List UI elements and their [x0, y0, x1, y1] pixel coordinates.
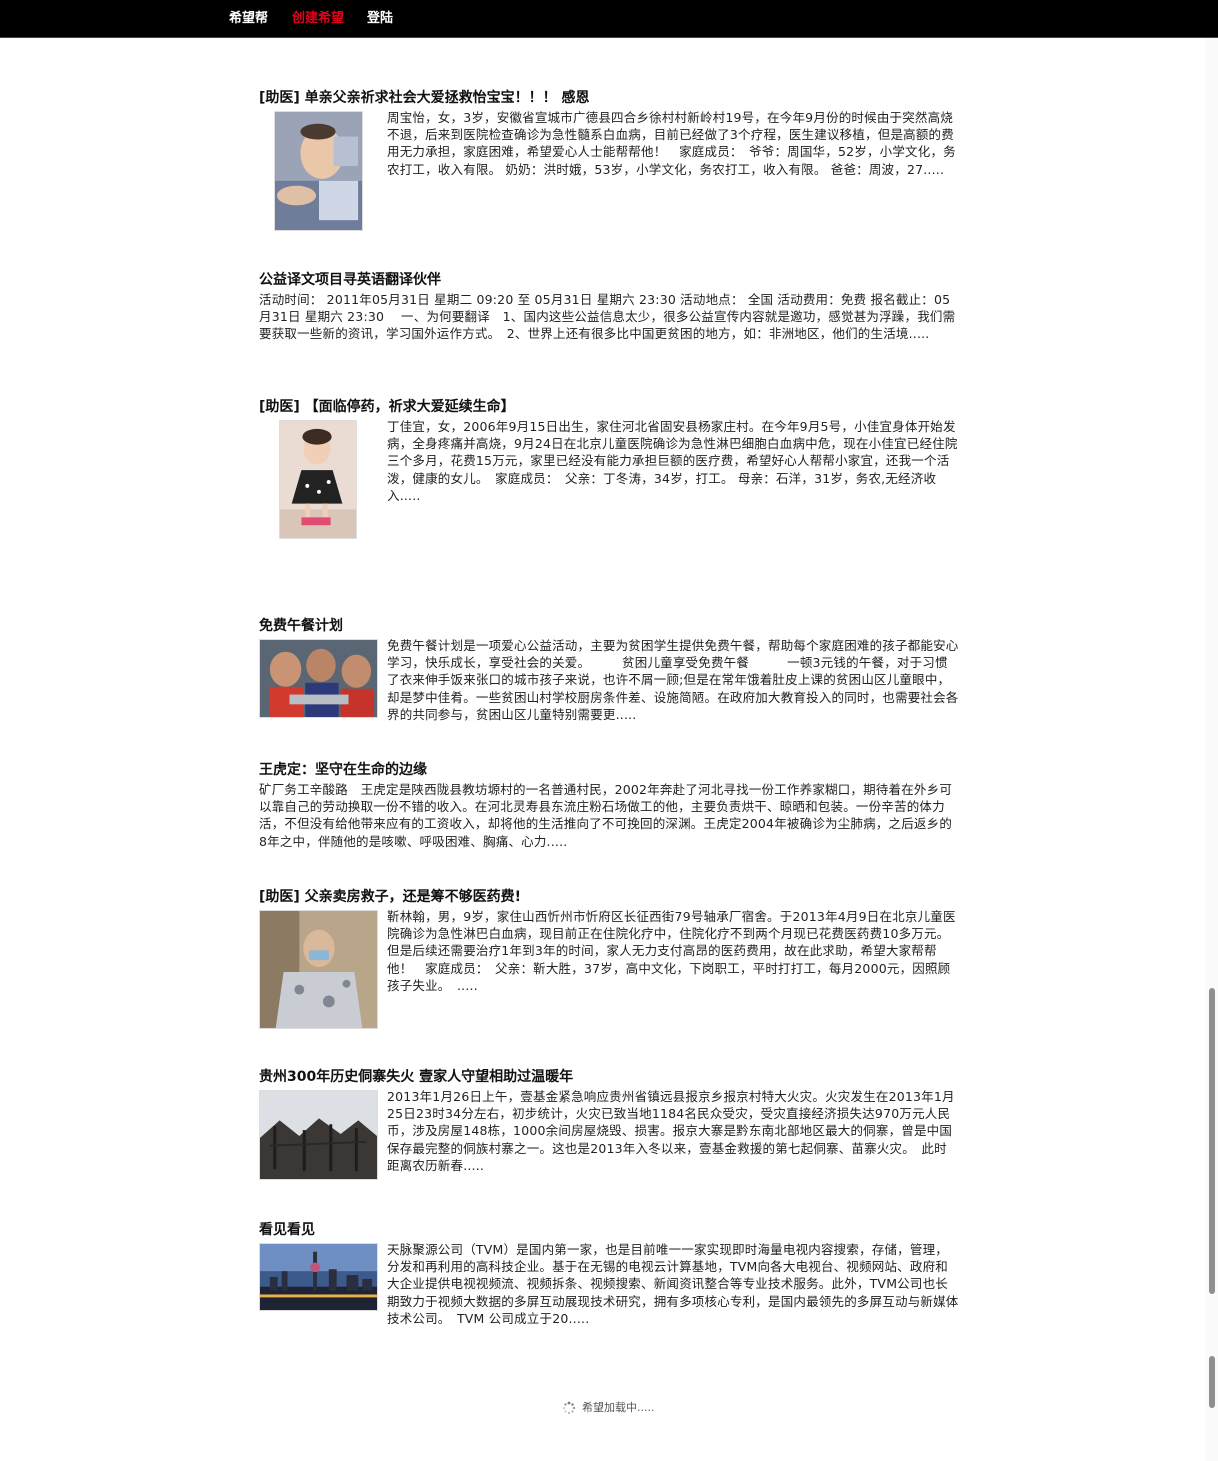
- nav-brand-link[interactable]: 希望帮: [229, 11, 268, 27]
- post-title-link[interactable]: 王虎定：坚守在生命的边缘: [259, 761, 959, 779]
- post-item: [助医] 单亲父亲祈求社会大爱拯救怡宝宝！！！ 感恩 周宝怡，女，3岁，安徽省宣…: [259, 89, 959, 234]
- post-excerpt: 周宝怡，女，3岁，安徽省宣城市广德县四合乡徐村村新岭村19号，在今年9月份的时候…: [387, 110, 956, 177]
- post-thumbnail-city-skyline[interactable]: [259, 1243, 378, 1311]
- post-title-link[interactable]: 公益译文项目寻英语翻译伙伴: [259, 271, 959, 289]
- scrollbar-thumb-secondary[interactable]: [1209, 1356, 1215, 1408]
- post-item: 王虎定：坚守在生命的边缘 矿厂务工辛酸路 王虎定是陕西陇县教坊塬村的一名普通村民…: [259, 761, 959, 851]
- post-item: [助医] 父亲卖房救子，还是筹不够医药费! 靳林翰，男，9岁，家住山西忻州市忻府…: [259, 888, 959, 1033]
- post-item: 公益译文项目寻英语翻译伙伴 活动时间： 2011年05月31日 星期二 09:2…: [259, 271, 959, 361]
- post-excerpt: 天脉聚源公司（TVM）是国内第一家，也是目前唯一一家实现即时海量电视内容搜索，存…: [387, 1242, 959, 1326]
- top-navbar: 希望帮 创建希望 登陆: [0, 0, 1218, 38]
- girl-in-dress-photo: [280, 421, 356, 538]
- post-excerpt: 靳林翰，男，9岁，家住山西忻州市忻府区长征西街79号轴承厂宿舍。于2013年4月…: [387, 909, 956, 993]
- post-excerpt: 免费午餐计划是一项爱心公益活动，主要为贫困学生提供免费午餐，帮助每个家庭困难的孩…: [387, 638, 959, 722]
- city-skyline-photo: [260, 1244, 377, 1310]
- children-eating-photo: [260, 640, 377, 717]
- post-excerpt: 丁佳宜，女，2006年9月15日出生，家住河北省固安县杨家庄村。在今年9月5号，…: [387, 419, 958, 503]
- loading-text: 希望加载中.....: [582, 1401, 655, 1414]
- post-item: 看见看见 天脉聚源公司（TVM）是国内第一家，也是目前唯一一家实现即时海量电视内…: [259, 1221, 959, 1326]
- scrollbar-thumb[interactable]: [1209, 988, 1215, 1294]
- sick-baby-photo: [275, 112, 362, 230]
- post-thumbnail-boy-mask[interactable]: [259, 910, 378, 1029]
- post-excerpt: 矿厂务工辛酸路 王虎定是陕西陇县教坊塬村的一名普通村民，2002年奔赴了河北寻找…: [259, 782, 953, 849]
- post-title-link[interactable]: [助医] 父亲卖房救子，还是筹不够医药费!: [259, 888, 959, 906]
- post-title-link[interactable]: [助医] 单亲父亲祈求社会大爱拯救怡宝宝！！！ 感恩: [259, 89, 959, 107]
- post-thumbnail-children-eating[interactable]: [259, 639, 378, 718]
- post-item: 免费午餐计划 免费午餐计划是一项爱心公益活动，主要为贫困学生提供免费午餐，帮助每…: [259, 617, 959, 722]
- nav-create-hope-link[interactable]: 创建希望: [292, 11, 344, 27]
- post-excerpt: 活动时间： 2011年05月31日 星期二 09:20 至 05月31日 星期六…: [259, 292, 956, 342]
- nav-login-link[interactable]: 登陆: [367, 11, 393, 27]
- post-thumbnail-girl[interactable]: [279, 420, 357, 539]
- post-title-link[interactable]: 看见看见: [259, 1221, 959, 1239]
- post-excerpt: 2013年1月26日上午，壹基金紧急响应贵州省镇远县报京乡报京村特大火灾。火灾发…: [387, 1089, 955, 1173]
- spinner-icon: [562, 1401, 576, 1415]
- post-thumbnail-sick-baby[interactable]: [274, 111, 363, 231]
- post-item: [助医] 【面临停药，祈求大爱延续生命】 丁佳宜，女，2006年9月15日出生，…: [259, 398, 959, 543]
- burned-village-photo: [260, 1091, 377, 1179]
- post-thumbnail-burned-village[interactable]: [259, 1090, 378, 1180]
- post-item: 贵州300年历史侗寨失火 壹家人守望相助过温暖年 2013年1月26日上午，壹基…: [259, 1068, 959, 1183]
- post-title-link[interactable]: 免费午餐计划: [259, 617, 959, 635]
- post-title-link[interactable]: [助医] 【面临停药，祈求大爱延续生命】: [259, 398, 959, 416]
- boy-with-mask-photo: [260, 911, 377, 1028]
- post-title-link[interactable]: 贵州300年历史侗寨失火 壹家人守望相助过温暖年: [259, 1068, 959, 1086]
